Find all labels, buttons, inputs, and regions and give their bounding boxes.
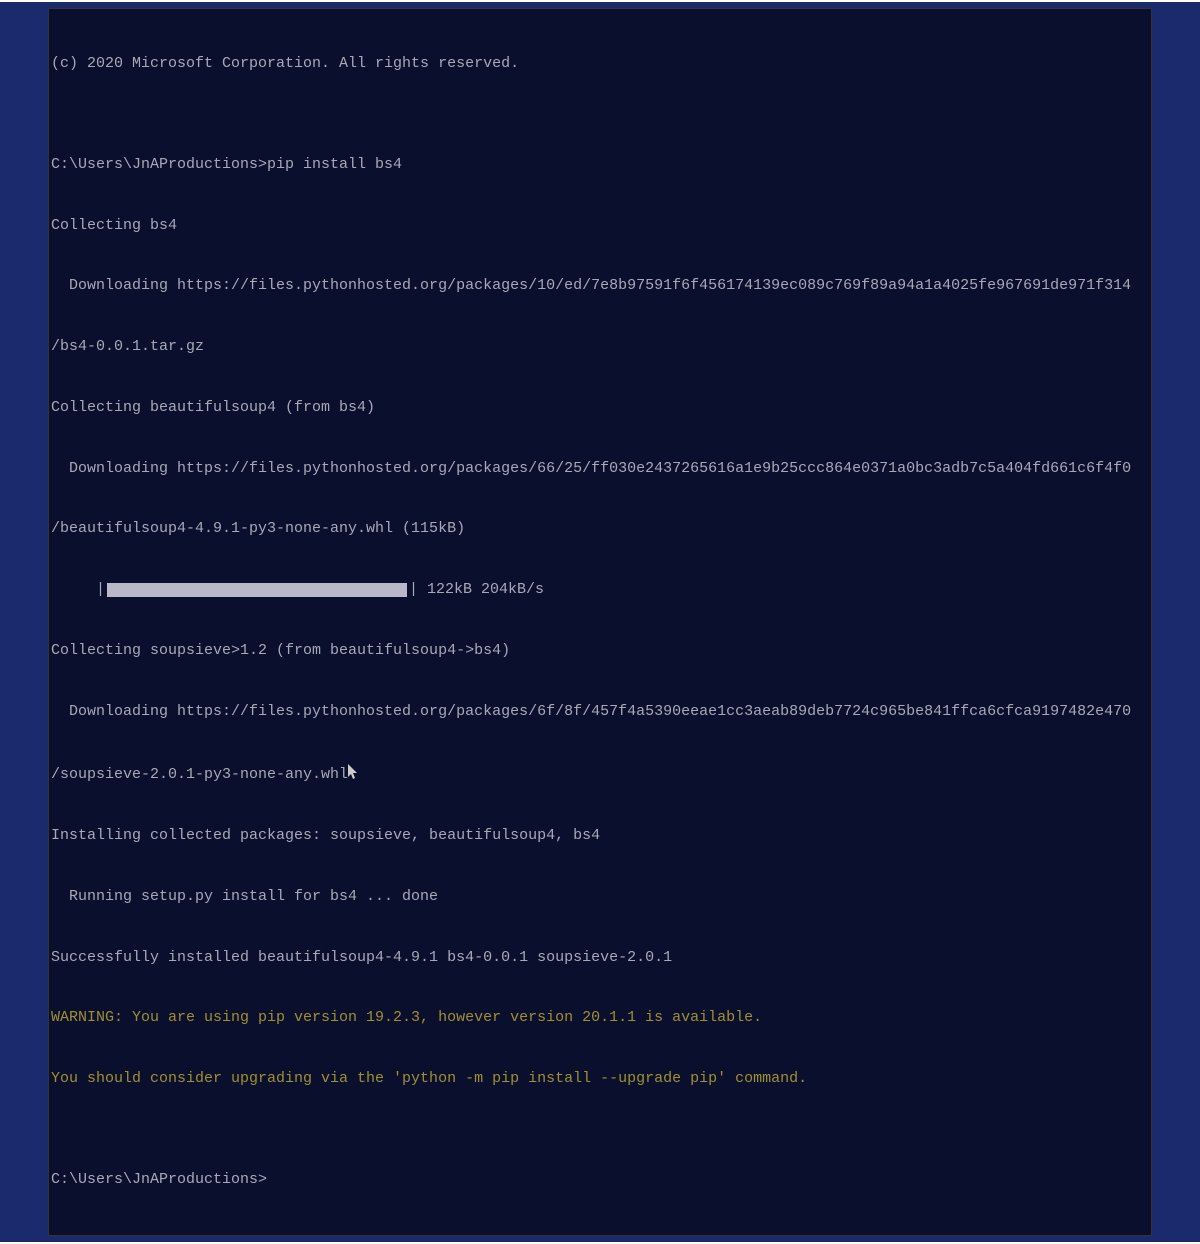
output-line: Collecting bs4 [51, 216, 1149, 236]
output-line: /bs4-0.0.1.tar.gz [51, 337, 1149, 357]
copyright-line: (c) 2020 Microsoft Corporation. All righ… [51, 54, 1149, 74]
output-line: Downloading https://files.pythonhosted.o… [51, 459, 1149, 479]
output-line: Collecting beautifulsoup4 (from bs4) [51, 398, 1149, 418]
prompt-line: C:\Users\JnAProductions>pip install bs4 [51, 155, 1149, 175]
output-line: /soupsieve-2.0.1-py3-none-any.whl [51, 762, 1149, 785]
prompt-line[interactable]: C:\Users\JnAProductions> [51, 1170, 1149, 1190]
output-line: Installing collected packages: soupsieve… [51, 826, 1149, 846]
output-line: Successfully installed beautifulsoup4-4.… [51, 948, 1149, 968]
output-line: Downloading https://files.pythonhosted.o… [51, 276, 1149, 296]
progress-bar [107, 583, 407, 597]
warning-line: You should consider upgrading via the 'p… [51, 1069, 1149, 1089]
mouse-cursor-icon [348, 764, 360, 787]
progress-prefix: | [51, 580, 105, 600]
output-line: Downloading https://files.pythonhosted.o… [51, 702, 1149, 722]
output-line: Running setup.py install for bs4 ... don… [51, 887, 1149, 907]
output-text: /soupsieve-2.0.1-py3-none-any.whl [51, 766, 348, 783]
output-line: /beautifulsoup4-4.9.1-py3-none-any.whl (… [51, 519, 1149, 539]
warning-line: WARNING: You are using pip version 19.2.… [51, 1008, 1149, 1028]
progress-suffix: | 122kB 204kB/s [409, 580, 544, 600]
output-line: Collecting soupsieve>1.2 (from beautiful… [51, 641, 1149, 661]
terminal-window[interactable]: (c) 2020 Microsoft Corporation. All righ… [48, 8, 1152, 1236]
terminal-wrapper: (c) 2020 Microsoft Corporation. All righ… [0, 2, 1200, 1242]
progress-line: | | 122kB 204kB/s [51, 580, 1149, 600]
